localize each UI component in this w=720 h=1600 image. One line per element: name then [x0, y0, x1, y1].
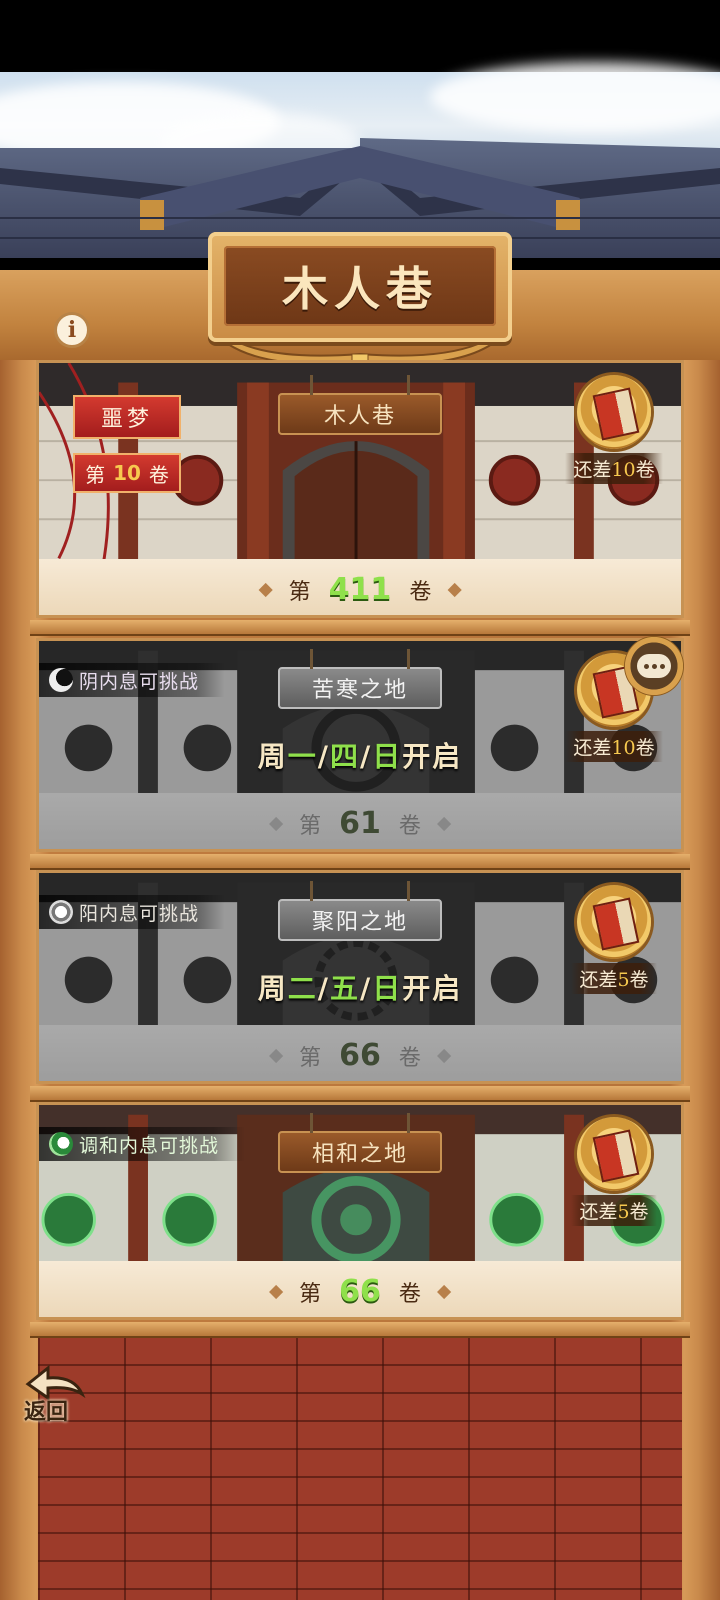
info-button[interactable]: i	[54, 312, 90, 348]
info-icon: i	[67, 317, 77, 343]
status-tag: 调和内息可挑战	[39, 1127, 246, 1161]
scroll-book-icon	[577, 885, 651, 959]
back-button[interactable]: 返回	[18, 1362, 92, 1432]
title-board: 木人巷	[208, 232, 512, 342]
reward-chest[interactable]: 还差10卷	[559, 375, 669, 484]
open-days: 周二/五/日开启	[257, 972, 463, 1005]
nightmare-level-tag: 第 10 卷	[73, 453, 181, 493]
shelf-beam	[30, 1322, 690, 1336]
page-title: 木人巷	[282, 262, 438, 316]
stage-card-xianghe[interactable]: 调和内息可挑战 相和之地 还差5卷 第 66 卷	[36, 1102, 684, 1320]
status-tag: 阳内息可挑战	[39, 895, 226, 929]
reward-remaining: 还差10卷	[565, 453, 663, 484]
screen: 木人巷 i 木人巷 噩梦 第 10 卷 还差10卷 第 411 卷 阴内息可挑战…	[0, 0, 720, 1600]
harmony-icon	[49, 1132, 73, 1156]
reward-chest[interactable]: 还差5卷	[559, 885, 669, 994]
chat-bubble-icon	[637, 654, 671, 678]
stage-card-muren[interactable]: 木人巷 噩梦 第 10 卷 还差10卷 第 411 卷	[36, 360, 684, 618]
shelf-beam	[30, 620, 690, 634]
stage-sign: 苦寒之地	[278, 649, 442, 709]
sun-icon	[49, 900, 73, 924]
reward-remaining: 还差10卷	[565, 731, 663, 762]
chat-button[interactable]	[624, 636, 684, 696]
status-tag: 阴内息可挑战	[39, 663, 226, 697]
floor-label: 第 61 卷	[269, 806, 451, 841]
reward-remaining: 还差5卷	[571, 963, 657, 994]
floor-label: 第 66 卷	[269, 1038, 451, 1073]
stage-card-juyang[interactable]: 阳内息可挑战 聚阳之地 周二/五/日开启 还差5卷 第 66 卷	[36, 870, 684, 1084]
stage-sign: 相和之地	[278, 1113, 442, 1173]
moon-icon	[49, 668, 73, 692]
stage-sign: 木人巷	[278, 375, 442, 435]
brick-wall	[38, 1338, 682, 1600]
stage-card-kuhan[interactable]: 阴内息可挑战 苦寒之地 周一/四/日开启 还差10卷 第 61 卷	[36, 638, 684, 852]
stage-sign: 聚阳之地	[278, 881, 442, 941]
shelf-beam	[30, 854, 690, 868]
floor-label: 第 411 卷	[258, 572, 462, 607]
floor-label: 第 66 卷	[269, 1274, 451, 1309]
shelf-beam	[30, 1086, 690, 1100]
open-days: 周一/四/日开启	[257, 740, 463, 773]
reward-chest[interactable]: 还差5卷	[559, 1117, 669, 1226]
scroll-book-icon	[577, 1117, 651, 1191]
reward-remaining: 还差5卷	[571, 1195, 657, 1226]
scroll-book-icon	[577, 375, 651, 449]
nightmare-tag: 噩梦	[73, 395, 181, 439]
